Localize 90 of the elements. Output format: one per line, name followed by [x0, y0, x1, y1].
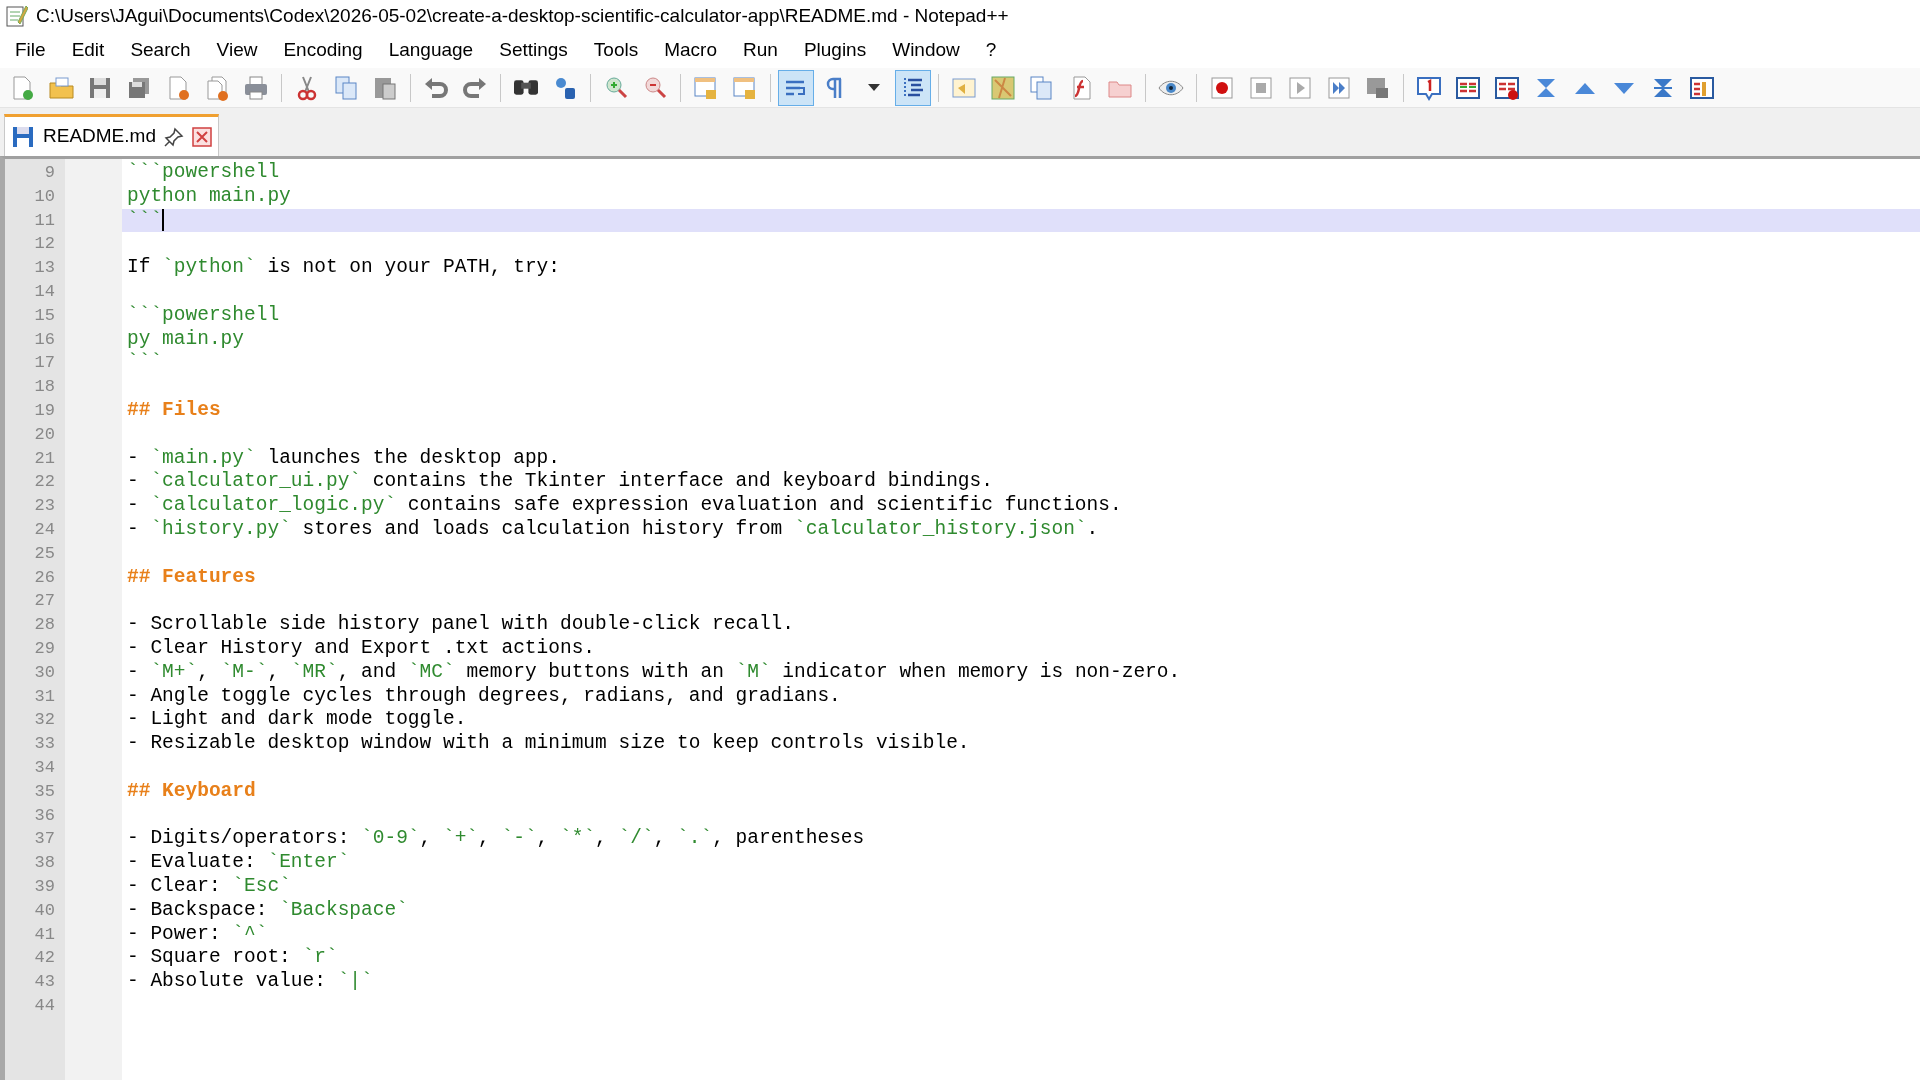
menu-item[interactable]: Tools — [580, 35, 652, 65]
line-number: 18 — [34, 376, 55, 399]
code-line: If `python` is not on your PATH, try: — [127, 256, 560, 280]
line-number: 22 — [34, 471, 55, 494]
line-number: 15 — [34, 304, 55, 327]
printer-icon — [242, 73, 270, 102]
line-number: 31 — [34, 685, 55, 708]
notepad-icon — [4, 4, 28, 28]
code-line: ```powershell — [127, 161, 280, 185]
menu-item[interactable]: Plugins — [790, 35, 880, 65]
menu-item[interactable]: Window — [879, 35, 973, 65]
menu-item[interactable]: Macro — [651, 35, 730, 65]
map-icon — [989, 73, 1017, 102]
code-line: python main.py — [127, 184, 291, 209]
line-number: 39 — [34, 875, 55, 898]
code-line: - Clear History and Export .txt actions. — [127, 636, 596, 661]
menu-item[interactable]: Search — [117, 35, 204, 65]
copy-icon — [332, 73, 360, 102]
code-line: - Resizable desktop window with a minimum size to keep controls visible. — [127, 732, 970, 756]
pin-icon[interactable] — [163, 126, 184, 147]
line-number: 20 — [34, 423, 55, 446]
line-number: 21 — [34, 447, 55, 470]
line-number: 35 — [34, 780, 55, 803]
line-number: 43 — [34, 971, 55, 994]
code-line: - Absolute value: `|` — [127, 970, 373, 994]
line-number: 32 — [34, 709, 55, 732]
line-number: 19 — [34, 399, 55, 422]
floppy-icon — [11, 124, 35, 149]
menu-item[interactable]: ? — [972, 35, 1010, 65]
code-line: ## Files — [127, 398, 221, 423]
code-line: - `calculator_ui.py` contains the Tkinter interface and keyboard bindings. — [127, 470, 993, 495]
code-line: - Scrollable side history panel with double-click recall. — [127, 613, 794, 637]
line-number: 13 — [34, 257, 55, 280]
code-line: ## Keyboard — [127, 779, 256, 804]
code-line: - Power: `^` — [127, 922, 268, 947]
line-number: 41 — [34, 923, 55, 946]
line-number: 23 — [34, 495, 55, 518]
line-number: 11 — [34, 209, 55, 232]
code-line: py main.py — [127, 327, 245, 352]
line-number: 36 — [34, 804, 55, 827]
indent-guide-button[interactable] — [895, 69, 931, 106]
line-number: 33 — [34, 733, 55, 756]
wrap-button[interactable] — [778, 69, 814, 106]
line-number: 17 — [34, 352, 55, 375]
line-number: 12 — [34, 233, 55, 256]
line-number: 14 — [34, 281, 55, 303]
line-number: 27 — [34, 590, 55, 613]
window-title: C:\Users\JAgui\Documents\Codex\2026-05-02\create-a-desktop-scientific-calculator-app\README.md - Notepad++ — [36, 3, 1009, 28]
menu-item[interactable]: Run — [730, 35, 791, 65]
menu-item[interactable]: View — [203, 35, 271, 65]
close-icon[interactable] — [191, 126, 212, 147]
code-line: - `M+`, `M-`, `MR`, and `MC` memory buttons with an `M` indicator when memory is non-zero. — [127, 660, 1181, 685]
code-line: - Evaluate: `Enter` — [127, 851, 350, 875]
line-number: 9 — [44, 162, 55, 184]
text-cursor — [162, 209, 165, 232]
line-number: 37 — [34, 828, 55, 851]
line-number: 29 — [34, 637, 55, 660]
code-line: ``` — [127, 208, 163, 233]
line-number: 34 — [34, 756, 55, 779]
code-line: ```powershell — [127, 303, 280, 328]
menu-item[interactable]: Edit — [58, 35, 118, 65]
code-line: - Light and dark mode toggle. — [127, 708, 467, 733]
dropdown-arrow-icon — [868, 84, 880, 91]
code-line: - Backspace: `Backspace` — [127, 898, 408, 923]
line-number: 40 — [34, 899, 55, 922]
file-tab[interactable]: README.md — [4, 114, 219, 156]
line-number: 30 — [34, 661, 55, 684]
line-number: 10 — [34, 185, 55, 208]
menu-item[interactable]: File — [2, 35, 59, 65]
code-line: - `calculator_logic.py` contains safe expression evaluation and scientific functions. — [127, 494, 1122, 518]
line-number: 25 — [34, 542, 55, 565]
code-line: - Digits/operators: `0-9`, `+`, `-`, `*`, `/`, `.`, parentheses — [127, 827, 865, 852]
line-number: 16 — [34, 328, 55, 351]
code-line: - Square root: `r` — [127, 946, 338, 971]
line-number: 38 — [34, 852, 55, 875]
menu-item[interactable]: Encoding — [270, 35, 376, 65]
menu-item[interactable]: Settings — [486, 35, 581, 65]
line-number: 42 — [34, 947, 55, 970]
code-line: - Clear: `Esc` — [127, 874, 291, 899]
menu-item[interactable]: Language — [375, 35, 487, 65]
code-line: - `history.py` stores and loads calculation history from `calculator_history.json`. — [127, 517, 1099, 542]
binoculars-icon — [514, 80, 538, 95]
line-number: 24 — [34, 518, 55, 541]
code-line: ## Features — [127, 565, 256, 590]
line-number: 28 — [34, 614, 55, 637]
line-number: 26 — [34, 566, 55, 589]
code-line: - `main.py` launches the desktop app. — [127, 446, 560, 471]
code-line: - Angle toggle cycles through degrees, radians, and gradians. — [127, 684, 841, 709]
code-line: ``` — [127, 351, 163, 376]
line-number: 44 — [34, 994, 55, 1017]
